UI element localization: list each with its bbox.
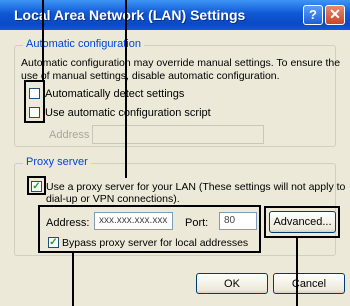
use-proxy-label-line1[interactable]: Use a proxy server for your LAN (These s… [46, 181, 345, 193]
use-proxy-label-line2[interactable]: dial-up or VPN connections). [46, 193, 180, 205]
script-address-label: Address [49, 129, 90, 141]
auto-config-checkboxes-highlight [24, 80, 45, 123]
automatic-configuration-description-line1: Automatic configuration may override man… [21, 57, 341, 69]
automatic-script-label[interactable]: Use automatic configuration script [45, 107, 211, 119]
script-address-input[interactable] [92, 125, 264, 144]
ok-button[interactable]: OK [196, 273, 268, 294]
automatically-detect-label[interactable]: Automatically detect settings [45, 88, 184, 100]
callout-line-bottom-left [72, 253, 74, 306]
callout-line-middle [125, 0, 127, 178]
help-button[interactable]: ? [303, 5, 323, 25]
proxy-server-title: Proxy server [23, 156, 91, 168]
advanced-button-highlight [264, 206, 340, 238]
close-icon: ✕ [329, 6, 341, 22]
help-icon: ? [309, 7, 317, 22]
title-bar: Local Area Network (LAN) Settings ? ✕ [0, 0, 350, 30]
callout-line-left [42, 0, 44, 80]
use-proxy-checkbox-highlight [27, 176, 46, 195]
close-button[interactable]: ✕ [325, 5, 345, 25]
automatic-configuration-description-line2: use of manual settings, disable automati… [21, 70, 280, 82]
lan-settings-dialog: Local Area Network (LAN) Settings ? ✕ Au… [0, 0, 350, 306]
cancel-button[interactable]: Cancel [273, 273, 345, 294]
dialog-title: Local Area Network (LAN) Settings [14, 7, 246, 23]
callout-line-bottom-right [296, 238, 298, 306]
proxy-settings-highlight [38, 205, 261, 253]
